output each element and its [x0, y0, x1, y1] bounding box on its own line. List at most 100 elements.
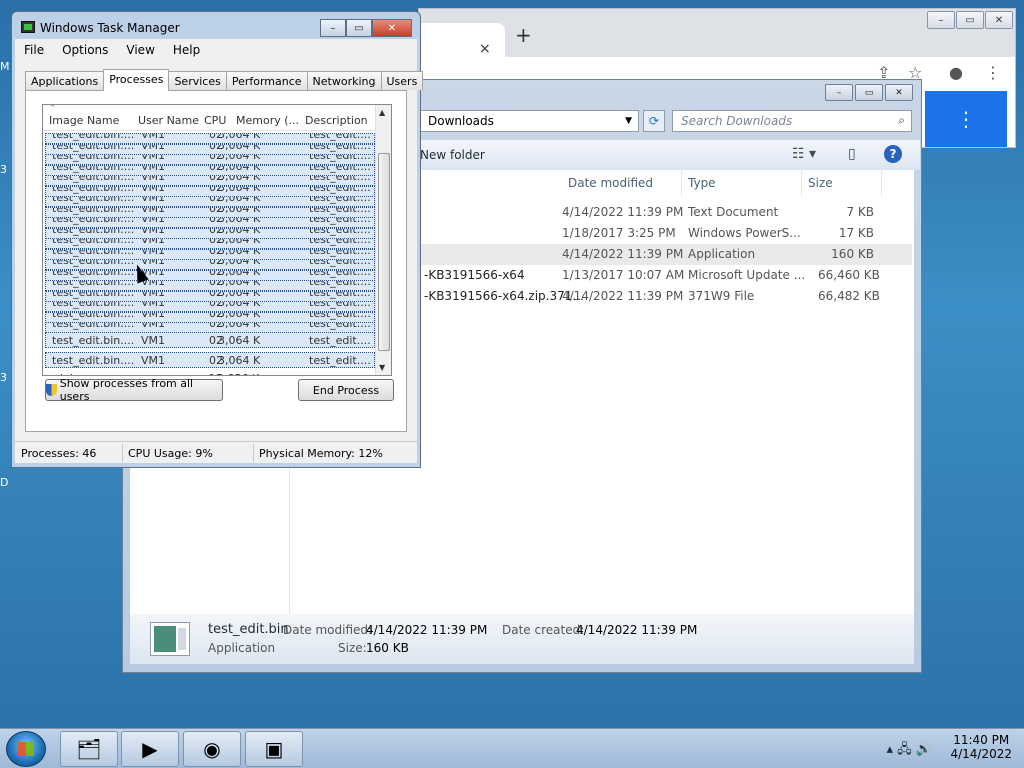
help-icon[interactable]: ? [884, 145, 902, 163]
clock[interactable]: 11:40 PM 4/14/2022 [950, 733, 1012, 761]
process-row[interactable]: test_edit.bin.... VM1 02 3,064 Ktest_edit..… [45, 185, 375, 197]
new-tab-icon[interactable]: + [515, 23, 532, 47]
menu-file[interactable]: File [15, 39, 53, 61]
close-button[interactable]: ✕ [985, 11, 1013, 29]
details-kind: Application [208, 641, 276, 655]
close-button[interactable]: ✕ [885, 84, 913, 101]
process-row[interactable]: test_edit.bin.... VM1 02 3,064 Ktest_edit..… [45, 332, 375, 348]
process-row[interactable]: test_edit.bin.... VM1 02 3,064 Ktest_edit..… [45, 175, 375, 186]
process-row[interactable]: test_edit.bin.... VM1 02 3,064 Ktest_edit..… [45, 301, 375, 312]
process-row[interactable]: test_edit.bin.... VM1 02 3,064 Ktest_edit..… [45, 248, 375, 260]
status-bar: Processes: 46 CPU Usage: 9% Physical Mem… [15, 441, 417, 463]
column-header-image[interactable]: Image Name [49, 114, 119, 127]
process-row[interactable]: test_edit.bin.... VM1 02 3,064 Ktest_edit..… [45, 259, 375, 270]
process-row[interactable]: test_edit.bin.... VM1 02 3,064 Ktest_edit..… [45, 280, 375, 291]
chrome-tab[interactable]: × [419, 23, 505, 57]
menu-help[interactable]: Help [164, 39, 209, 61]
menu-bar: File Options View Help [15, 39, 417, 61]
restore-button[interactable]: ▭ [855, 84, 883, 101]
task-manager-body: Applications Processes Services Performa… [15, 61, 424, 463]
tab-services[interactable]: Services [168, 71, 227, 90]
status-processes: Processes: 46 [21, 447, 97, 460]
processes-page: ⌃ Image Name User Name CPU Memory (... D… [25, 90, 407, 432]
desktop-icon-label: 3 [0, 163, 7, 176]
explorer-window-controls: – ▭ ✕ [825, 84, 913, 101]
task-manager-icon [21, 21, 35, 33]
close-button[interactable]: ✕ [372, 19, 412, 37]
desktop-icon-label: M [0, 60, 10, 73]
menu-options[interactable]: Options [53, 39, 117, 61]
status-memory: Physical Memory: 12% [259, 447, 383, 460]
explorer-taskbar-icon[interactable]: 🗂 [60, 731, 118, 767]
chrome-taskbar-icon[interactable]: ◉ [183, 731, 241, 767]
desktop-icon-label: 3 [0, 371, 7, 384]
clock-time: 11:40 PM [953, 733, 1010, 747]
start-button[interactable] [6, 731, 46, 767]
task-manager-taskbar-icon[interactable]: ▣ [245, 731, 303, 767]
restore-button[interactable]: ▭ [956, 11, 984, 29]
tab-close-icon[interactable]: × [479, 41, 491, 57]
minimize-button[interactable]: – [927, 11, 955, 29]
column-header-type[interactable]: Type [682, 170, 802, 196]
profile-icon[interactable]: ● [949, 63, 963, 82]
chrome-menu-icon[interactable]: ⋮ [985, 63, 1001, 82]
process-row[interactable]: test_edit.bin.... VM1 02 3,064 Ktest_edit..… [45, 206, 375, 218]
end-process-button[interactable]: End Process [298, 379, 394, 401]
media-player-taskbar-icon[interactable]: ▶ [121, 731, 179, 767]
refresh-icon[interactable]: ⟳ [643, 110, 665, 132]
column-header-date[interactable]: Date modified [562, 170, 682, 196]
process-row[interactable]: test_edit.bin.... VM1 02 3,064 Ktest_edit..… [45, 227, 375, 239]
process-row[interactable]: test_edit.bin.... VM1 02 3,064 Ktest_edit..… [45, 133, 375, 144]
column-header-description[interactable]: Description [305, 114, 368, 127]
process-row[interactable]: test_edit.bin.... VM1 02 3,064 Ktest_edit..… [45, 154, 375, 165]
process-row[interactable]: winlogon.exe002,856 K [45, 371, 375, 375]
process-row[interactable]: test_edit.bin.... VM1 02 3,064 Ktest_edit..… [45, 238, 375, 249]
address-text: Downloads [428, 114, 494, 128]
column-header-cpu[interactable]: CPU [204, 114, 226, 127]
column-header-size[interactable]: Size [802, 170, 882, 196]
details-pane: test_edit.bin Application Date modified:… [130, 614, 914, 664]
tab-users[interactable]: Users [380, 71, 424, 90]
tab-networking[interactable]: Networking [306, 71, 382, 90]
vertical-scrollbar[interactable]: ▲ ▼ [375, 105, 391, 375]
minimize-button[interactable]: – [320, 19, 346, 37]
scroll-down-icon[interactable]: ▼ [379, 363, 385, 372]
task-manager-window: Windows Task Manager – ▭ ✕ File Options … [11, 11, 424, 468]
chevron-down-icon[interactable]: ▼ [625, 116, 632, 126]
task-manager-window-controls: – ▭ ✕ [320, 19, 412, 37]
process-row[interactable]: test_edit.bin.... VM1 02 3,064 Ktest_edit..… [45, 311, 375, 323]
view-options-icon[interactable]: ☷ ▾ [792, 146, 816, 162]
show-all-processes-button[interactable]: Show processes from all users [45, 377, 223, 403]
menu-view[interactable]: View [117, 39, 163, 61]
column-header-memory[interactable]: Memory (... [236, 114, 299, 127]
preview-pane-icon[interactable]: ▯ [848, 146, 856, 162]
minimize-button[interactable]: – [825, 84, 853, 101]
column-header-user[interactable]: User Name [138, 114, 199, 127]
status-cpu: CPU Usage: 9% [128, 447, 213, 460]
tab-applications[interactable]: Applications [25, 71, 105, 90]
uac-shield-icon [46, 384, 57, 396]
process-row[interactable]: test_edit.bin.... VM1 02 3,064 Ktest_edit..… [45, 143, 375, 155]
process-row[interactable]: test_edit.bin.... VM1 02 3,064 Ktest_edit..… [45, 217, 375, 228]
process-row[interactable]: test_edit.bin.... VM1 02 3,064 Ktest_edit..… [45, 269, 375, 281]
page-menu-icon[interactable]: ⋮ [925, 91, 1007, 147]
search-icon: ⌕ [898, 113, 905, 127]
scroll-up-icon[interactable]: ▲ [379, 108, 385, 117]
tab-processes[interactable]: Processes [103, 69, 170, 91]
process-row[interactable]: test_edit.bin.... VM1 02 3,064 Ktest_edit..… [45, 290, 375, 302]
process-row[interactable]: test_edit.bin.... VM1 02 3,064 Ktest_edit..… [45, 352, 375, 368]
process-row[interactable]: test_edit.bin.... VM1 02 3,064 Ktest_edit..… [45, 164, 375, 176]
process-list[interactable]: ⌃ Image Name User Name CPU Memory (... D… [42, 104, 392, 376]
status-divider [122, 444, 123, 462]
search-input[interactable]: Search Downloads ⌕ [672, 110, 912, 132]
restore-button[interactable]: ▭ [346, 19, 372, 37]
details-created-value: 4/14/2022 11:39 PM [576, 623, 698, 637]
scrollbar-thumb[interactable] [378, 153, 390, 351]
tray-icons[interactable]: ▴ 🖧 🔊 [887, 740, 932, 762]
tab-strip: Applications Processes Services Performa… [25, 69, 424, 91]
address-bar[interactable]: Downloads ▼ [415, 110, 639, 132]
tab-performance[interactable]: Performance [225, 71, 308, 90]
window-title: Windows Task Manager [40, 21, 180, 35]
process-row[interactable]: test_edit.bin.... VM1 02 3,064 Ktest_edit..… [45, 196, 375, 207]
new-folder-button[interactable]: New folder [420, 148, 485, 162]
